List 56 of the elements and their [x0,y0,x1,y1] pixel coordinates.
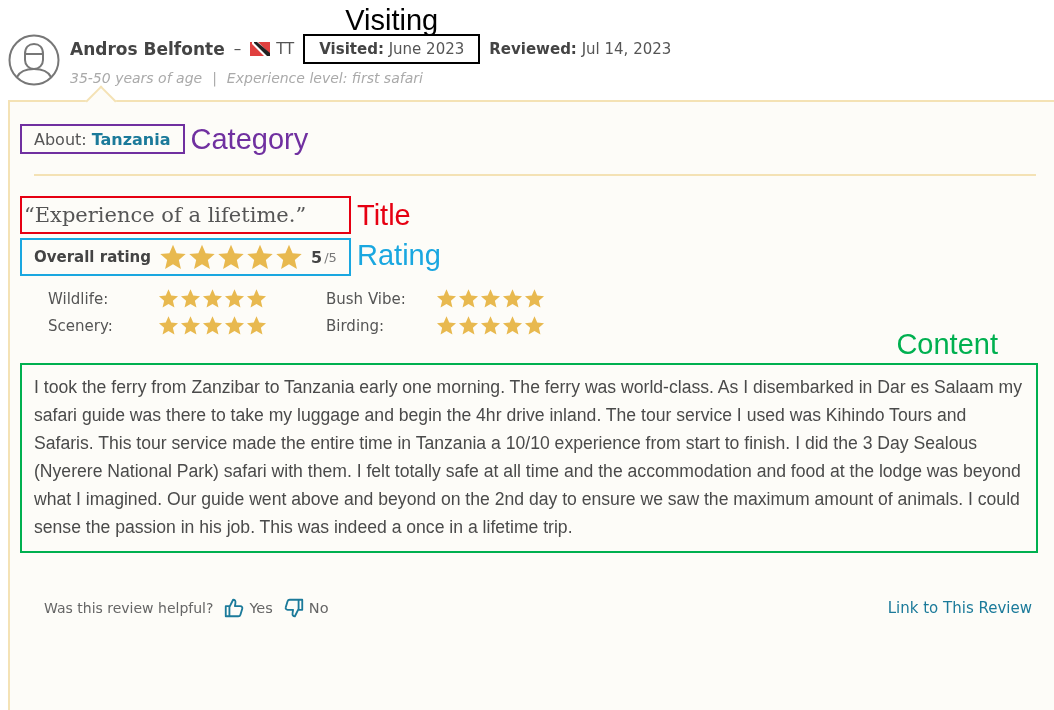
thumbs-down-icon [282,597,305,619]
star-icon [502,315,523,336]
age-range: 35-50 years of age [70,70,203,86]
star-icon [524,315,545,336]
star-icon [188,243,216,271]
subrating-label: Wildlife: [48,289,110,308]
star-icon [180,288,201,309]
reviewed-date: Reviewed: Jul 14, 2023 [489,40,672,58]
separator: – [233,40,242,58]
star-icon [246,288,267,309]
star-icon [246,243,274,271]
star-icon [458,315,479,336]
annotation-label: Visiting [345,6,439,35]
category-text: About: Tanzania [34,129,171,149]
star-icon [202,315,223,336]
visited-date: Visited: June 2023 [319,40,465,58]
annotation-label: Title [357,200,411,230]
review-text: I took the ferry from Zanzibar to Tanzania early one morning. The ferry was world-class. As I disembarked in Dar es Salaam my safari guide was there to take my luggage and begin the 4hr drive inland. The tour service I used was Kihindo Tours and Safaris. This tour service made the entire time in Tanzania a 10/10 experience from start to finish. I did the 3 Day Sealous (Nyerere National Park) safari with them. I felt totally safe at all time and the accommodation and food at the lodge was beyond what I imagined. Our guide went above and beyond on the 2nd day to ensure we saw the maximum amount of animals. I could sense the passion in his job. This was indeed a once in a lifetime trip. [34,377,1022,537]
star-icon [524,288,545,309]
star-icon [202,288,223,309]
flag-icon [250,42,271,56]
avatar-icon [8,34,60,86]
reviewer-name: Andros Belfonte [70,39,225,59]
rating-max: /5 [324,249,337,265]
helpful-question: Was this review helpful? [44,600,214,616]
star-icon [224,288,245,309]
experience-level: Experience level: first safari [226,70,423,86]
star-icon [480,315,501,336]
star-icon [502,288,523,309]
star-icon [159,243,187,271]
star-icon [224,315,245,336]
review-title: “Experience of a lifetime.” [24,203,307,227]
star-icon [275,243,303,271]
no-button[interactable]: No [282,597,329,619]
rating-label: Overall rating [34,248,151,266]
subrating-label: Scenery: [48,316,114,335]
annotation-label: Rating [357,240,441,270]
yes-button[interactable]: Yes [223,597,273,619]
star-icon [180,315,201,336]
star-icon [158,315,179,336]
star-icon [217,243,245,271]
subrating-label: Bush Vibe: [326,289,407,308]
subrating-label: Birding: [326,316,386,335]
annotation-label: Content [896,330,998,359]
country-code: TT [276,40,295,58]
rating-score: 5 [311,247,323,267]
star-icon [458,288,479,309]
review-link[interactable]: Link to This Review [887,599,1032,617]
star-icon [158,288,179,309]
star-icon [480,288,501,309]
annotation-label: Category [190,124,309,154]
star-icon [436,315,457,336]
divider: | [212,70,217,86]
thumbs-up-icon [223,597,246,619]
star-icon [436,288,457,309]
star-icon [246,315,267,336]
